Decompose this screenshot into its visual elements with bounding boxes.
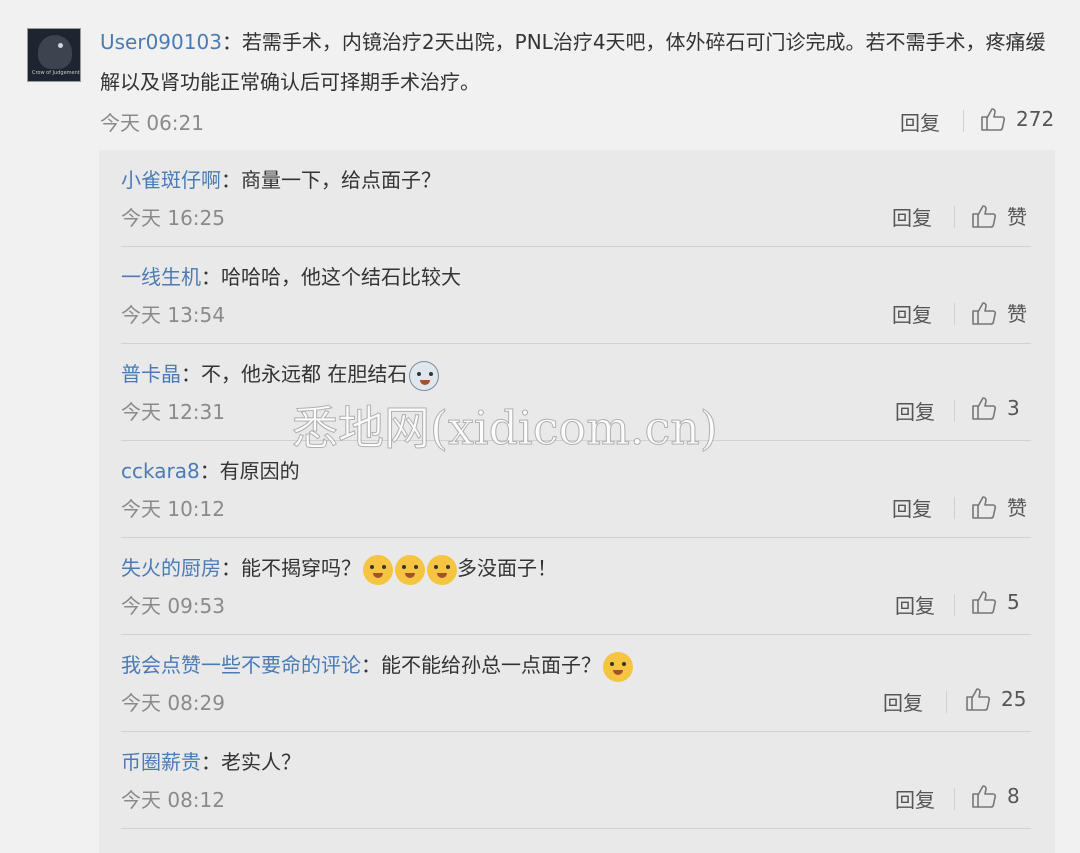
divider bbox=[954, 497, 955, 519]
reply-text: ：老实人？ bbox=[201, 750, 301, 774]
reply-content: cckara8：有原因的 bbox=[121, 455, 300, 487]
reply-username[interactable]: 币圈薪贵 bbox=[121, 750, 201, 774]
reply-time: 今天 16:25 bbox=[121, 206, 225, 230]
like-count: 3 bbox=[1007, 396, 1020, 420]
divider bbox=[946, 691, 947, 713]
crow-image bbox=[38, 35, 72, 69]
like-button[interactable]: 赞 bbox=[971, 201, 1027, 230]
reply-button[interactable]: 回复 bbox=[895, 396, 935, 425]
main-comment-time: 今天 06:21 bbox=[100, 111, 204, 135]
reply-time: 今天 09:53 bbox=[121, 594, 225, 618]
reply-text: ：能不揭穿吗？ bbox=[221, 556, 361, 580]
reply-row: 小雀斑仔啊：商量一下，给点面子？ 今天 16:25 回复 赞 bbox=[121, 150, 1031, 247]
crow-eye bbox=[58, 43, 63, 48]
doge-emoji-icon bbox=[363, 554, 393, 585]
divider bbox=[954, 303, 955, 325]
reply-content: 失火的厨房：能不揭穿吗？ 多没面子！ bbox=[121, 552, 557, 585]
main-comment-text: ：若需手术，内镜治疗2天出院，PNL治疗4天吧，体外碎石可门诊完成。若不需手术，… bbox=[100, 30, 1046, 94]
divider bbox=[954, 206, 955, 228]
reply-button[interactable]: 回复 bbox=[895, 784, 935, 813]
reply-content: 小雀斑仔啊：商量一下，给点面子？ bbox=[121, 164, 441, 196]
main-comment-reply-button[interactable]: 回复 bbox=[900, 107, 940, 136]
main-comment-like-count: 272 bbox=[1016, 107, 1055, 131]
reply-username[interactable]: cckara8 bbox=[121, 459, 200, 483]
reply-content: 普卡晶：不，他永远都 在胆结石 bbox=[121, 358, 440, 391]
reply-time: 今天 13:54 bbox=[121, 303, 225, 327]
avatar-caption: Crow of Judgement bbox=[32, 70, 80, 76]
like-button[interactable]: 赞 bbox=[971, 298, 1027, 327]
reply-content: 一线生机：哈哈哈，他这个结石比较大 bbox=[121, 261, 461, 293]
like-count: 5 bbox=[1007, 590, 1020, 614]
reply-row: 我会点赞一些不要命的评论：能不能给孙总一点面子？ 今天 08:29 回复 25 bbox=[121, 635, 1031, 732]
thumbs-up-icon bbox=[981, 108, 1006, 131]
thumbs-up-icon bbox=[972, 301, 997, 325]
like-count: 25 bbox=[1001, 687, 1027, 711]
main-comment-username[interactable]: User090103 bbox=[100, 30, 222, 54]
reply-button[interactable]: 回复 bbox=[895, 590, 935, 619]
reply-username[interactable]: 失火的厨房 bbox=[121, 556, 221, 580]
reply-panel: 小雀斑仔啊：商量一下，给点面子？ 今天 16:25 回复赞一线生机：哈哈哈，他这个结… bbox=[99, 150, 1055, 853]
doge-emoji-icon bbox=[395, 554, 425, 585]
reply-text: ：不，他永远都 在胆结石 bbox=[181, 362, 408, 386]
reply-button[interactable]: 回复 bbox=[883, 687, 923, 716]
divider bbox=[954, 400, 955, 422]
reply-text: ：商量一下，给点面子？ bbox=[221, 168, 441, 192]
reply-button[interactable]: 回复 bbox=[892, 202, 932, 231]
reply-content: 币圈薪贵：老实人？ bbox=[121, 746, 301, 778]
watermark: 悉地网(xidicom.cn) bbox=[292, 401, 719, 456]
reply-username[interactable]: 小雀斑仔啊 bbox=[121, 168, 221, 192]
reply-text: ：哈哈哈，他这个结石比较大 bbox=[201, 265, 461, 289]
divider bbox=[954, 594, 955, 616]
thumbs-up-icon bbox=[972, 591, 997, 614]
like-button[interactable]: 8 bbox=[971, 783, 1020, 809]
divider bbox=[954, 788, 955, 810]
like-button[interactable]: 3 bbox=[971, 395, 1020, 421]
divider bbox=[963, 110, 964, 132]
reply-time: 今天 08:12 bbox=[121, 788, 225, 812]
reply-text: ：有原因的 bbox=[199, 459, 300, 483]
like-count: 8 bbox=[1007, 784, 1020, 808]
like-button[interactable]: 5 bbox=[971, 589, 1020, 615]
main-comment-like-button[interactable]: 272 bbox=[980, 106, 1054, 132]
reply-row: 一线生机：哈哈哈，他这个结石比较大今天 13:54 回复 赞 bbox=[121, 247, 1031, 344]
like-button[interactable]: 25 bbox=[965, 686, 1026, 712]
avatar[interactable]: Crow of Judgement bbox=[27, 28, 81, 82]
reply-username[interactable]: 我会点赞一些不要命的评论 bbox=[121, 653, 361, 677]
reply-button[interactable]: 回复 bbox=[892, 493, 932, 522]
thumbs-up-icon bbox=[966, 688, 991, 711]
like-button[interactable]: 赞 bbox=[971, 492, 1027, 521]
like-count: 赞 bbox=[1007, 205, 1027, 229]
doge-emoji-icon bbox=[603, 651, 633, 682]
reply-username[interactable]: 一线生机 bbox=[121, 265, 201, 289]
reply-button[interactable]: 回复 bbox=[892, 299, 932, 328]
reply-time: 今天 08:29 bbox=[121, 691, 225, 715]
reply-row: 币圈薪贵：老实人？ 今天 08:12 回复 8 bbox=[121, 732, 1031, 829]
thumbs-up-icon bbox=[972, 785, 997, 808]
reply-time: 今天 10:12 bbox=[121, 497, 225, 521]
thumbs-up-icon bbox=[972, 495, 997, 519]
reply-text: ：能不能给孙总一点面子？ bbox=[361, 653, 601, 677]
like-count: 赞 bbox=[1007, 496, 1027, 520]
main-comment: User090103：若需手术，内镜治疗2天出院，PNL治疗4天吧，体外碎石可门… bbox=[100, 22, 1050, 102]
doge-emoji-icon bbox=[409, 360, 440, 391]
reply-content: 我会点赞一些不要命的评论：能不能给孙总一点面子？ bbox=[121, 649, 633, 682]
reply-time: 今天 12:31 bbox=[121, 400, 225, 424]
reply-row: 失火的厨房：能不揭穿吗？ 多没面子！ 今天 09:53 回复 5 bbox=[121, 538, 1031, 635]
doge-emoji-icon bbox=[427, 554, 457, 585]
like-count: 赞 bbox=[1007, 302, 1027, 326]
reply-username[interactable]: 普卡晶 bbox=[121, 362, 181, 386]
reply-text-after: 多没面子！ bbox=[457, 556, 557, 580]
thumbs-up-icon bbox=[972, 397, 997, 420]
thumbs-up-icon bbox=[972, 204, 997, 228]
